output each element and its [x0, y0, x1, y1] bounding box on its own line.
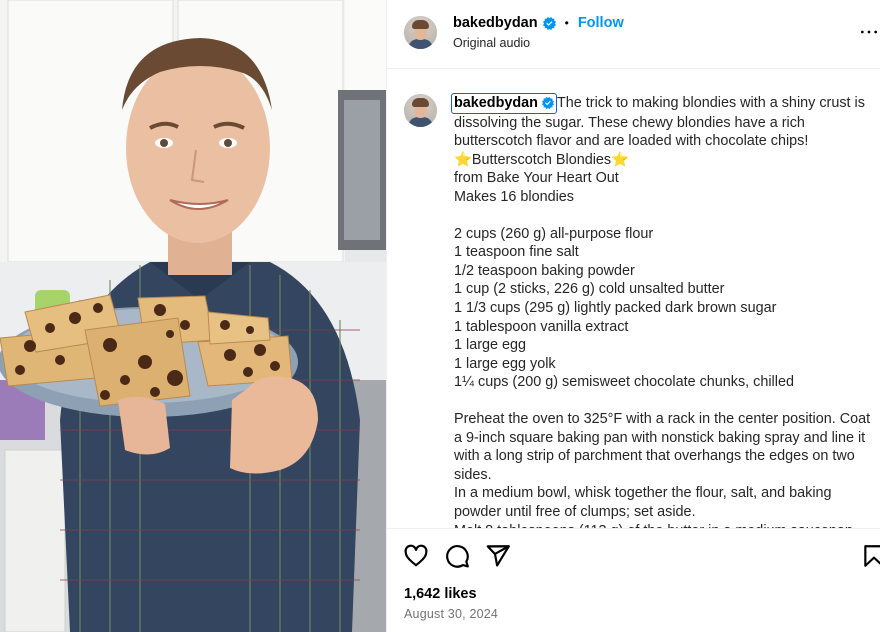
caption-text-block: bakedbydan The trick to making blondies w… [451, 93, 880, 528]
caption-username-link[interactable]: bakedbydan [451, 93, 557, 114]
separator-dot: • [564, 16, 569, 30]
post-media[interactable] [0, 0, 386, 632]
caption-body: The trick to making blondies with a shin… [454, 95, 871, 528]
more-options-icon[interactable] [859, 22, 879, 42]
author-username[interactable]: bakedbydan [453, 15, 538, 31]
verified-badge-icon [541, 97, 554, 110]
audio-link[interactable]: Original audio [453, 36, 530, 50]
follow-button[interactable]: Follow [578, 15, 624, 31]
caption-scroll-area[interactable]: bakedbydan The trick to making blondies w… [387, 69, 880, 528]
bookmark-icon[interactable] [861, 543, 880, 569]
post-actions-bar: 1,642 likes August 30, 2024 [387, 528, 880, 632]
caption-username[interactable]: bakedbydan [454, 94, 538, 113]
comment-icon[interactable] [444, 543, 470, 569]
paper-plane-icon[interactable] [485, 543, 511, 569]
post-date[interactable]: August 30, 2024 [404, 607, 498, 621]
verified-badge-icon [542, 16, 556, 30]
heart-icon[interactable] [403, 543, 429, 569]
post-details-panel: bakedbydan • Follow Original audio baked… [386, 0, 880, 632]
likes-count[interactable]: 1,642 likes [404, 586, 477, 602]
video-frame-image [0, 0, 386, 632]
author-avatar[interactable] [404, 16, 437, 49]
post-header: bakedbydan • Follow Original audio [387, 0, 880, 69]
caption-author-avatar[interactable] [404, 94, 437, 127]
